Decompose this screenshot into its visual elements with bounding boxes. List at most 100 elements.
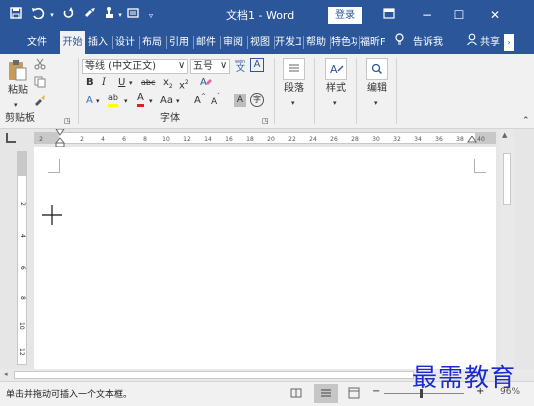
bold-button[interactable]: B [86, 76, 94, 90]
editing-dropdown-icon[interactable]: ▾ [374, 96, 378, 110]
font-color-button[interactable]: A [137, 92, 144, 107]
zoom-out-icon[interactable]: − [372, 386, 380, 397]
paragraph-button[interactable]: 段落 [284, 82, 304, 96]
grow-font-button[interactable]: A [194, 94, 201, 108]
font-color-dropdown-icon[interactable]: ▾ [149, 94, 153, 108]
vertical-ruler-track[interactable]: 2 4 6 8 10 12 [17, 151, 27, 365]
text-effects-dropdown-icon[interactable]: ▾ [96, 94, 100, 108]
ribbon-tabs: 文件 开始 插入 设计 布局 引用 邮件 审阅 视图 开发工 帮助 特色功 福昕… [0, 31, 534, 54]
scroll-up-icon[interactable]: ▲ [502, 131, 507, 139]
tab-design[interactable]: 设计 [113, 31, 137, 54]
vruler-number: 12 [18, 348, 25, 356]
touch-mode-icon[interactable] [102, 0, 116, 31]
tab-view[interactable]: 视图 [248, 31, 272, 54]
watermark-text: 最需教育 [412, 363, 517, 392]
paste-label[interactable]: 粘贴 [8, 84, 28, 98]
underline-button[interactable]: U [118, 76, 125, 90]
tab-selector-icon[interactable] [6, 133, 16, 143]
tab-mailings[interactable]: 邮件 [194, 31, 218, 54]
styles-button[interactable]: 样式 [326, 82, 346, 96]
tab-review[interactable]: 审阅 [221, 31, 245, 54]
format-painter-brush-icon[interactable] [34, 94, 48, 111]
scroll-thumb[interactable] [503, 153, 511, 205]
font-name-box[interactable]: 等线 (中文正文) [82, 59, 188, 74]
print-preview-icon[interactable] [125, 0, 141, 31]
character-border-icon[interactable]: A [250, 58, 264, 72]
tab-featured[interactable]: 特色功 [331, 31, 357, 54]
ribbon-display-options-icon[interactable] [378, 0, 400, 31]
cut-icon[interactable] [34, 58, 48, 75]
vruler-number: 10 [18, 322, 25, 330]
copy-icon[interactable] [34, 76, 48, 93]
character-shading-button[interactable]: A [234, 94, 246, 107]
enclose-characters-button[interactable]: 字 [250, 93, 264, 107]
superscript-button[interactable]: x2 [179, 76, 189, 93]
undo-dropdown-icon[interactable]: ▾ [47, 0, 57, 31]
right-indent-icon[interactable] [467, 135, 477, 147]
tab-references[interactable]: 引用 [167, 31, 191, 54]
svg-text:A: A [330, 63, 338, 76]
paragraph-icon[interactable] [283, 58, 305, 80]
tab-foxit[interactable]: 福昕F [360, 31, 385, 54]
subscript-button[interactable]: x2 [163, 76, 173, 94]
group-separator [274, 58, 275, 124]
ruler-number: 6 [122, 136, 126, 143]
font-name-dropdown-icon[interactable]: ∨ [178, 59, 185, 73]
ruler-number: 28 [351, 136, 359, 143]
tab-help[interactable]: 帮助 [304, 31, 328, 54]
styles-dropdown-icon[interactable]: ▾ [333, 96, 337, 110]
restore-button[interactable]: ☐ [448, 0, 470, 31]
customize-qat-icon[interactable]: ▿ [146, 0, 156, 31]
print-layout-icon[interactable] [314, 384, 338, 403]
read-mode-icon[interactable] [290, 387, 302, 402]
horizontal-scroll-thumb[interactable] [14, 371, 414, 379]
highlight-button[interactable]: ab [108, 92, 118, 107]
search-icon[interactable] [366, 58, 388, 80]
tabs-scroll-right-icon[interactable]: › [504, 34, 514, 51]
underline-dropdown-icon[interactable]: ▾ [129, 76, 133, 90]
font-launcher-icon[interactable]: ◳ [262, 114, 269, 128]
change-case-dropdown-icon[interactable]: ▾ [176, 94, 180, 108]
ruler-track[interactable]: 2 2 4 6 8 10 12 14 16 18 20 22 24 26 28 … [34, 128, 496, 148]
phonetic-guide-char[interactable]: 文 [236, 62, 245, 76]
collapse-ribbon-icon[interactable]: ⌃ [522, 114, 530, 128]
text-effects-button[interactable]: A [86, 94, 93, 108]
close-button[interactable]: ✕ [484, 0, 506, 31]
group-separator [78, 58, 79, 124]
save-icon[interactable] [8, 0, 24, 31]
undo-icon[interactable] [28, 0, 48, 31]
styles-icon[interactable]: A [325, 58, 347, 80]
tab-developer[interactable]: 开发工 [275, 31, 301, 54]
touch-dropdown-icon[interactable]: ▾ [116, 0, 124, 31]
font-size-dropdown-icon[interactable]: ∨ [220, 59, 227, 73]
tell-me-search[interactable]: 告诉我 [410, 31, 446, 54]
paragraph-dropdown-icon[interactable]: ▾ [291, 96, 295, 110]
scroll-left-icon[interactable]: ◂ [4, 370, 8, 378]
paste-dropdown-icon[interactable]: ▾ [14, 98, 18, 112]
format-painter-icon[interactable] [82, 0, 98, 31]
share-button[interactable]: 共享 [478, 31, 502, 54]
tab-insert[interactable]: 插入 [86, 31, 110, 54]
share-user-icon[interactable] [466, 31, 478, 54]
minimize-button[interactable]: − [416, 0, 438, 31]
redo-icon[interactable] [60, 0, 76, 31]
vruler-number: 6 [19, 266, 26, 270]
login-button[interactable]: 登录 [328, 7, 362, 24]
shrink-font-caret-icon: ˇ [217, 93, 220, 100]
tab-layout[interactable]: 布局 [140, 31, 164, 54]
clipboard-launcher-icon[interactable]: ◳ [64, 114, 71, 128]
italic-button[interactable]: I [102, 76, 106, 90]
ruler-number: 8 [143, 136, 147, 143]
highlight-dropdown-icon[interactable]: ▾ [124, 94, 128, 108]
lightbulb-icon[interactable] [392, 31, 406, 54]
top-left-margin-mark [48, 159, 60, 173]
editing-button[interactable]: 编辑 [367, 82, 387, 96]
vertical-scrollbar[interactable]: ▲ [500, 129, 514, 369]
tab-home[interactable]: 开始 [60, 31, 85, 54]
strikethrough-button[interactable]: abc [141, 76, 155, 90]
tab-file[interactable]: 文件 [22, 31, 52, 54]
document-page[interactable] [34, 147, 496, 369]
web-layout-icon[interactable] [348, 387, 360, 402]
change-case-button[interactable]: Aa [160, 94, 173, 108]
paste-icon[interactable] [6, 58, 28, 82]
